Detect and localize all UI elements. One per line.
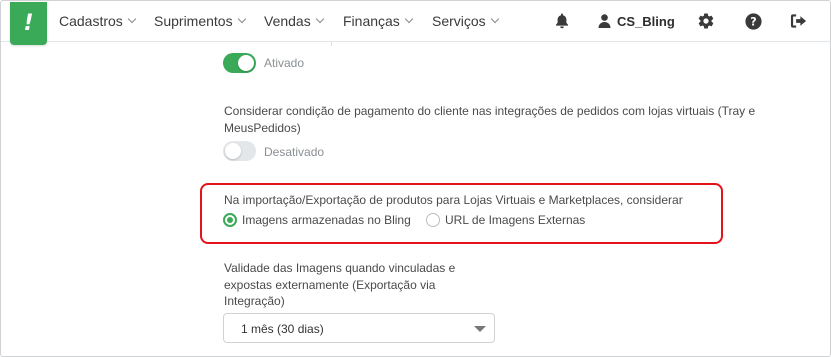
chevron-down-icon [490, 14, 499, 24]
nav-item-suprimentos[interactable]: Suprimentos [154, 1, 246, 41]
radio-imagens-bling[interactable] [223, 213, 237, 227]
toggle-switch-ativado[interactable] [223, 53, 256, 73]
image-validity-label: Validade das Imagens quando vinculadas e… [224, 261, 456, 308]
image-validity-select[interactable]: 1 mês (30 dias) [223, 313, 495, 343]
caret-down-icon [474, 326, 486, 332]
nav-item-label: Cadastros [59, 13, 123, 29]
nav-item-financas[interactable]: Finanças [343, 1, 414, 41]
nav-item-label: Vendas [264, 13, 311, 29]
radio-label-imagens-bling[interactable]: Imagens armazenadas no Bling [242, 212, 411, 229]
nav-item-servicos[interactable]: Serviços [432, 1, 499, 41]
user-name: CS_Bling [617, 13, 675, 29]
bell-icon[interactable] [551, 10, 573, 32]
nav-item-vendas[interactable]: Vendas [264, 1, 324, 41]
nav-item-label: Finanças [343, 13, 400, 29]
chevron-down-icon [315, 14, 324, 24]
settings-content: Ativado Considerar condição de pagamento… [1, 42, 830, 356]
divider [331, 42, 332, 46]
nav-item-cadastros[interactable]: Cadastros [59, 1, 137, 41]
user-icon [598, 14, 611, 28]
radio-url-externas[interactable] [426, 213, 440, 227]
images-source-question: Na importação/Exportação de produtos par… [224, 193, 683, 207]
app-window: ! Cadastros Suprimentos Vendas Finanças … [0, 0, 831, 357]
select-value: 1 mês (30 dias) [241, 322, 324, 336]
toggle-switch-payment-condition[interactable] [223, 141, 256, 161]
toggle-label-desativado: Desativado [264, 145, 325, 159]
logout-icon[interactable] [787, 10, 809, 32]
payment-condition-label: Considerar condição de pagamento do clie… [224, 104, 756, 135]
toggle-label-ativado: Ativado [264, 56, 305, 70]
radio-label-url-externas[interactable]: URL de Imagens Externas [445, 212, 585, 229]
chevron-down-icon [237, 14, 246, 24]
gear-icon[interactable] [695, 10, 717, 32]
chevron-down-icon [127, 14, 137, 24]
top-navbar: ! Cadastros Suprimentos Vendas Finanças … [1, 1, 830, 45]
user-menu[interactable]: CS_Bling [598, 1, 675, 41]
chevron-down-icon [404, 14, 414, 24]
nav-item-label: Serviços [432, 13, 486, 29]
help-icon[interactable]: ? [742, 10, 764, 32]
bling-logo[interactable]: ! [10, 2, 47, 45]
nav-item-label: Suprimentos [154, 13, 233, 29]
svg-text:?: ? [750, 15, 756, 28]
